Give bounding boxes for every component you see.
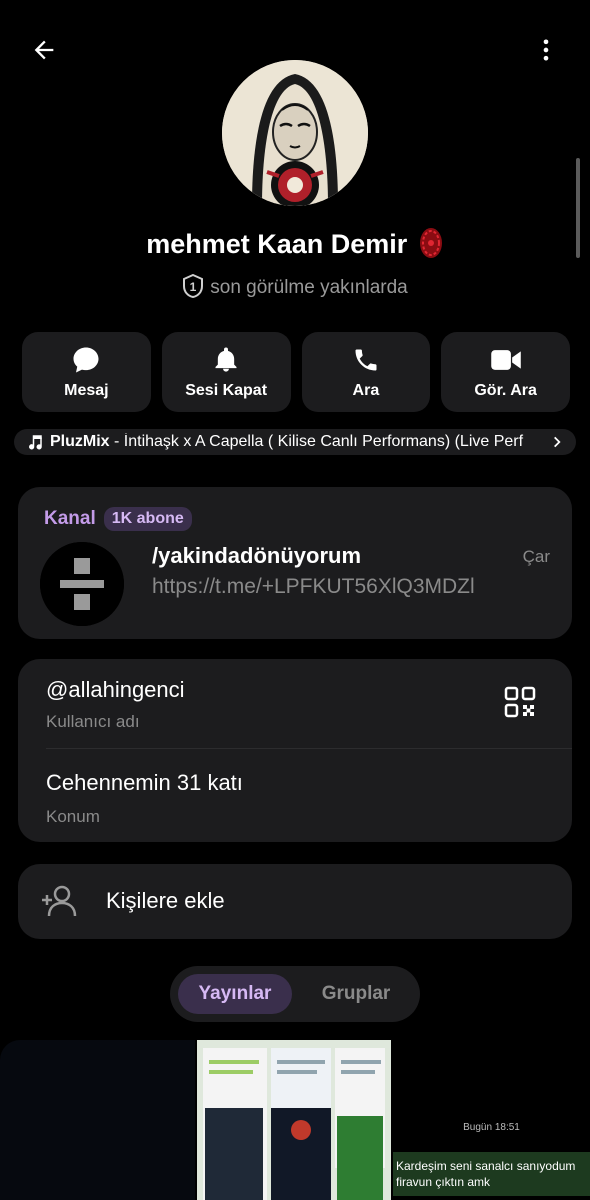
- last-seen-text: son görülme yakınlarda: [210, 277, 408, 298]
- chat-bubble-icon: [70, 344, 102, 376]
- profile-avatar[interactable]: [222, 60, 368, 206]
- channel-day: Çar: [522, 547, 550, 566]
- chevron-right-icon: [550, 435, 564, 449]
- channel-link[interactable]: https://t.me/+LPFKUT56XlQ3MDZl: [152, 575, 512, 599]
- info-card: @allahingenci Kullanıcı adı Cehennemin 3…: [18, 659, 572, 842]
- mute-label: Sesi Kapat: [185, 382, 268, 399]
- call-button[interactable]: Ara: [301, 332, 431, 412]
- tab-groups[interactable]: Gruplar: [300, 974, 412, 1014]
- username[interactable]: @allahingenci: [46, 677, 185, 703]
- call-label: Ara: [352, 382, 380, 399]
- media-thumbnail[interactable]: Bugün 18:51 Kardeşim seni sanalcı sanıyo…: [393, 1040, 590, 1200]
- svg-text:1: 1: [190, 280, 197, 294]
- thumbnail-timestamp: Bugün 18:51: [463, 1122, 520, 1133]
- profile-name-row: mehmet Kaan Demir: [0, 226, 590, 260]
- back-arrow-icon[interactable]: [26, 32, 62, 68]
- subscriber-badge: 1K abone: [103, 507, 192, 531]
- media-thumbnail[interactable]: [0, 1040, 195, 1200]
- add-to-contacts-button[interactable]: Kişilere ekle: [18, 864, 572, 939]
- tab-posts[interactable]: Yayınlar: [178, 974, 292, 1014]
- qr-code-icon[interactable]: [504, 686, 536, 718]
- channel-label: Kanal: [44, 508, 96, 529]
- video-call-button[interactable]: Gör. Ara: [441, 332, 570, 412]
- location-label: Konum: [46, 807, 100, 826]
- channel-avatar: [40, 542, 124, 626]
- last-seen-row: 1 son görülme yakınlarda: [0, 273, 590, 299]
- music-track: - İntihaşk x A Capella ( Kilise Canlı Pe…: [109, 433, 524, 450]
- mute-button[interactable]: Sesi Kapat: [161, 332, 291, 412]
- action-buttons: Mesaj Sesi Kapat Ara Gör. Ara: [22, 332, 570, 412]
- media-tabs: Yayınlar Gruplar: [170, 966, 420, 1022]
- music-artist: PluzMix: [50, 433, 110, 450]
- more-options-icon[interactable]: [528, 32, 564, 68]
- music-bar[interactable]: PluzMix - İntihaşk x A Capella ( Kilise …: [14, 429, 576, 455]
- divider: [46, 748, 572, 749]
- video-camera-icon: [490, 344, 522, 376]
- channel-title: /yakindadönüyorum: [152, 543, 362, 568]
- video-call-label: Gör. Ara: [474, 382, 537, 399]
- channel-card[interactable]: Kanal 1K abone /yakindadönüyorum https:/…: [18, 487, 572, 639]
- phone-icon: [350, 344, 382, 376]
- message-button[interactable]: Mesaj: [22, 332, 151, 412]
- channel-header: Kanal 1K abone: [44, 507, 192, 531]
- media-grid: Bugün 18:51 Kardeşim seni sanalcı sanıyo…: [0, 1040, 590, 1200]
- media-thumbnail[interactable]: [197, 1040, 391, 1200]
- bell-icon: [210, 344, 242, 376]
- emoji-status-icon[interactable]: [418, 226, 444, 260]
- username-label: Kullanıcı adı: [46, 712, 140, 731]
- music-track-text: PluzMix - İntihaşk x A Capella ( Kilise …: [50, 433, 544, 451]
- thumbnail-message: Kardeşim seni sanalcı sanıyodum firavun …: [393, 1152, 590, 1196]
- add-to-contacts-label: Kişilere ekle: [106, 888, 225, 913]
- message-label: Mesaj: [64, 382, 109, 399]
- add-person-icon: [40, 884, 78, 918]
- shield-one-icon: 1: [182, 273, 204, 299]
- location[interactable]: Cehennemin 31 katı: [46, 770, 243, 796]
- profile-name: mehmet Kaan Demir: [146, 229, 408, 259]
- music-note-icon: [26, 433, 44, 451]
